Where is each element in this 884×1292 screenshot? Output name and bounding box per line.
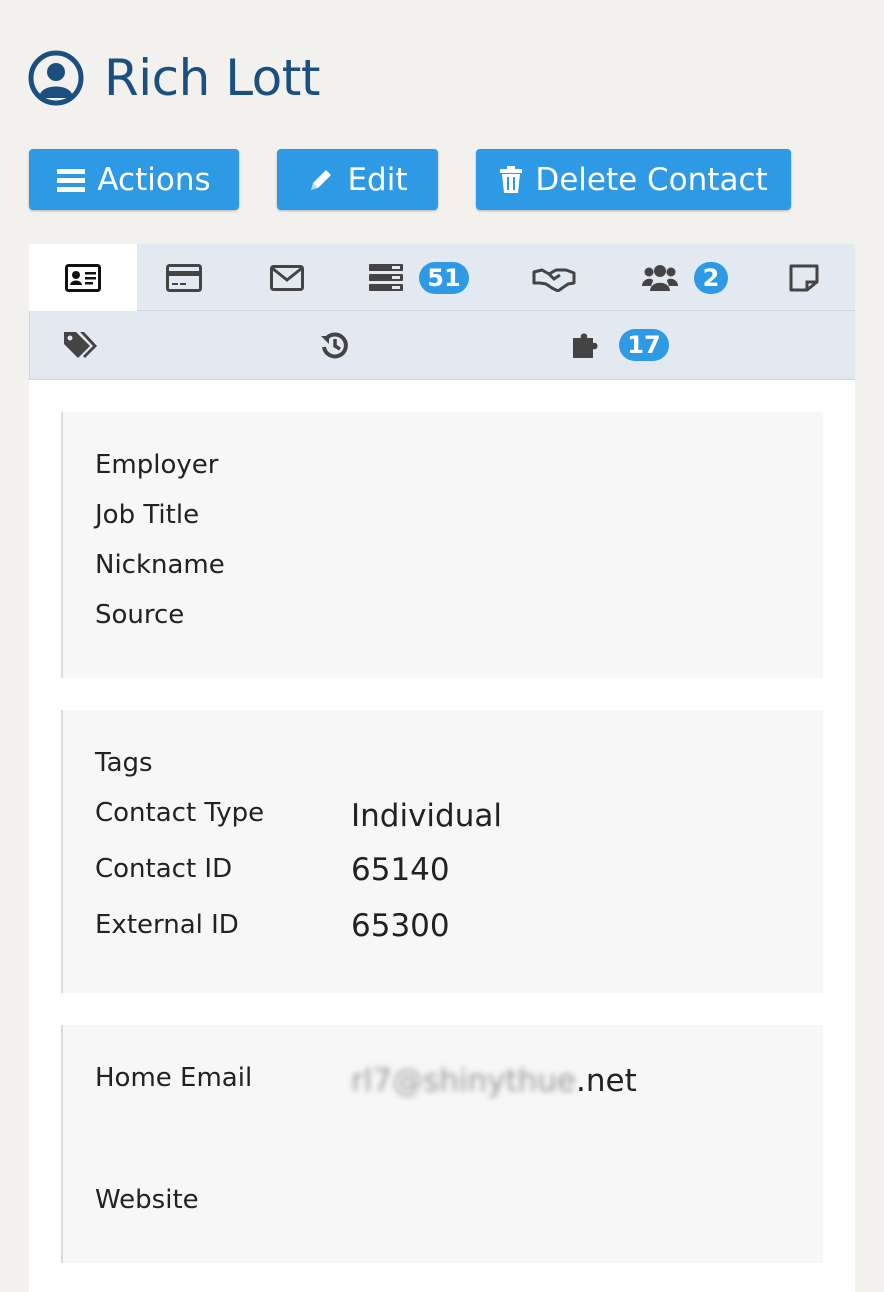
credit-card-icon	[166, 263, 202, 292]
sticky-note-icon	[789, 264, 819, 291]
envelope-icon	[270, 264, 304, 291]
contact-type-label: Contact Type	[95, 798, 265, 828]
relationships-count-badge: 2	[694, 261, 728, 294]
tab-change-log[interactable]	[285, 311, 385, 378]
activities-count-badge: 51	[419, 261, 469, 294]
pencil-icon	[311, 169, 332, 190]
home-email-redacted: rl7@shinythue	[351, 1063, 577, 1099]
delete-contact-button[interactable]: Delete Contact	[476, 149, 791, 210]
job-title-label: Job Title	[95, 500, 200, 530]
tab-cases[interactable]	[509, 244, 599, 311]
source-label: Source	[95, 600, 185, 630]
tags-icon	[64, 331, 97, 358]
tab-custom-data[interactable]: 17	[560, 311, 680, 378]
tab-summary[interactable]	[29, 244, 137, 311]
contact-type-value: Individual	[351, 798, 502, 834]
contact-info-section: Tags Contact Type Individual Contact ID …	[61, 710, 823, 993]
employer-label: Employer	[95, 450, 219, 480]
tab-bar-secondary: 17	[29, 311, 855, 380]
tab-bar-primary: 51 2	[29, 244, 855, 311]
tab-relationships[interactable]: 2	[625, 244, 745, 311]
id-card-icon	[65, 263, 101, 292]
nickname-label: Nickname	[95, 550, 225, 580]
custom-data-count-badge: 17	[619, 328, 669, 361]
activities-icon	[369, 263, 404, 291]
website-label: Website	[95, 1185, 199, 1215]
handshake-icon	[532, 268, 576, 292]
menu-bars-icon	[57, 168, 86, 192]
home-email-label: Home Email	[95, 1063, 253, 1093]
page-title: Rich Lott	[104, 49, 320, 107]
puzzle-piece-icon	[573, 333, 598, 358]
communication-section: Home Email rl7@shinythue.net Website	[61, 1025, 823, 1263]
external-id-label: External ID	[95, 910, 239, 940]
tab-tags[interactable]	[30, 311, 130, 378]
edit-button[interactable]: Edit	[277, 149, 438, 210]
contact-panel: 51 2 17 Employer Job Title Nickname Sour…	[29, 244, 855, 1292]
users-icon	[642, 264, 678, 291]
contact-id-label: Contact ID	[95, 854, 233, 884]
actions-label: Actions	[97, 161, 211, 198]
user-circle-icon	[28, 50, 84, 106]
tab-mailings[interactable]	[241, 244, 333, 311]
delete-contact-label: Delete Contact	[535, 161, 768, 198]
employment-section: Employer Job Title Nickname Source	[61, 412, 823, 678]
history-icon	[321, 331, 348, 358]
home-email-domain: .net	[576, 1063, 637, 1099]
actions-button[interactable]: Actions	[29, 149, 239, 210]
contact-id-value: 65140	[351, 852, 450, 888]
edit-label: Edit	[347, 161, 408, 198]
tab-activities[interactable]: 51	[359, 244, 479, 311]
contact-header: Rich Lott	[28, 48, 320, 108]
tab-contributions[interactable]	[139, 244, 229, 311]
trash-icon	[500, 165, 523, 193]
external-id-value: 65300	[351, 908, 450, 944]
tab-notes[interactable]	[759, 244, 849, 311]
home-email-value[interactable]: rl7@shinythue.net	[351, 1063, 637, 1099]
tags-label: Tags	[95, 748, 153, 778]
